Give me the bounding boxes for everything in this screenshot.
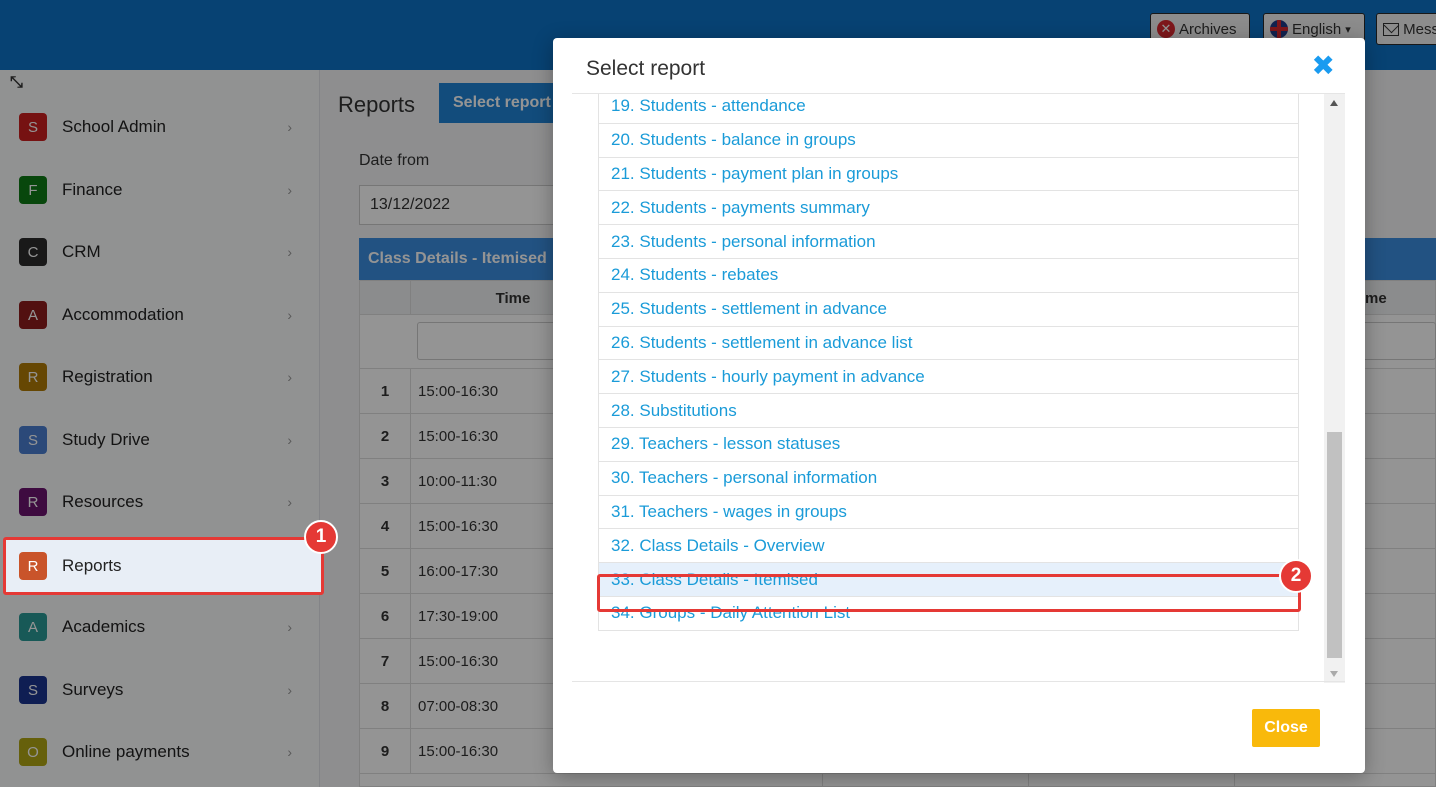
report-list-item[interactable]: 19. Students - attendance [598, 94, 1299, 124]
select-report-modal: Select report ✖ 19. Students - attendanc… [553, 38, 1365, 773]
scrollbar-thumb[interactable] [1327, 432, 1342, 658]
report-list-item[interactable]: 23. Students - personal information [598, 225, 1299, 259]
scroll-down-icon[interactable] [1330, 671, 1338, 677]
scrollbar[interactable] [1324, 94, 1345, 683]
report-list-item[interactable]: 32. Class Details - Overview [598, 529, 1299, 564]
step-1-highlight [3, 537, 324, 595]
modal-title: Select report [586, 57, 706, 80]
report-list-item[interactable]: 30. Teachers - personal information [598, 461, 1299, 496]
step-1-badge: 1 [304, 520, 338, 554]
step-2-badge: 2 [1279, 559, 1313, 593]
report-list-item[interactable]: 27. Students - hourly payment in advance [598, 360, 1299, 395]
scroll-up-icon[interactable] [1330, 100, 1338, 106]
step-2-highlight [597, 574, 1301, 612]
close-icon[interactable]: ✖ [1312, 52, 1335, 80]
report-list-item[interactable]: 21. Students - payment plan in groups [598, 157, 1299, 192]
report-list-item[interactable]: 24. Students - rebates [598, 259, 1299, 293]
report-list-item[interactable]: 29. Teachers - lesson statuses [598, 428, 1299, 462]
report-list-item[interactable]: 26. Students - settlement in advance lis… [598, 326, 1299, 361]
report-list-item[interactable]: 28. Substitutions [598, 394, 1299, 428]
report-list-item[interactable]: 22. Students - payments summary [598, 191, 1299, 226]
report-list-item[interactable]: 31. Teachers - wages in groups [598, 495, 1299, 530]
report-list-item[interactable]: 20. Students - balance in groups [598, 123, 1299, 158]
report-list-item[interactable]: 25. Students - settlement in advance [598, 292, 1299, 327]
close-button[interactable]: Close [1252, 709, 1320, 747]
